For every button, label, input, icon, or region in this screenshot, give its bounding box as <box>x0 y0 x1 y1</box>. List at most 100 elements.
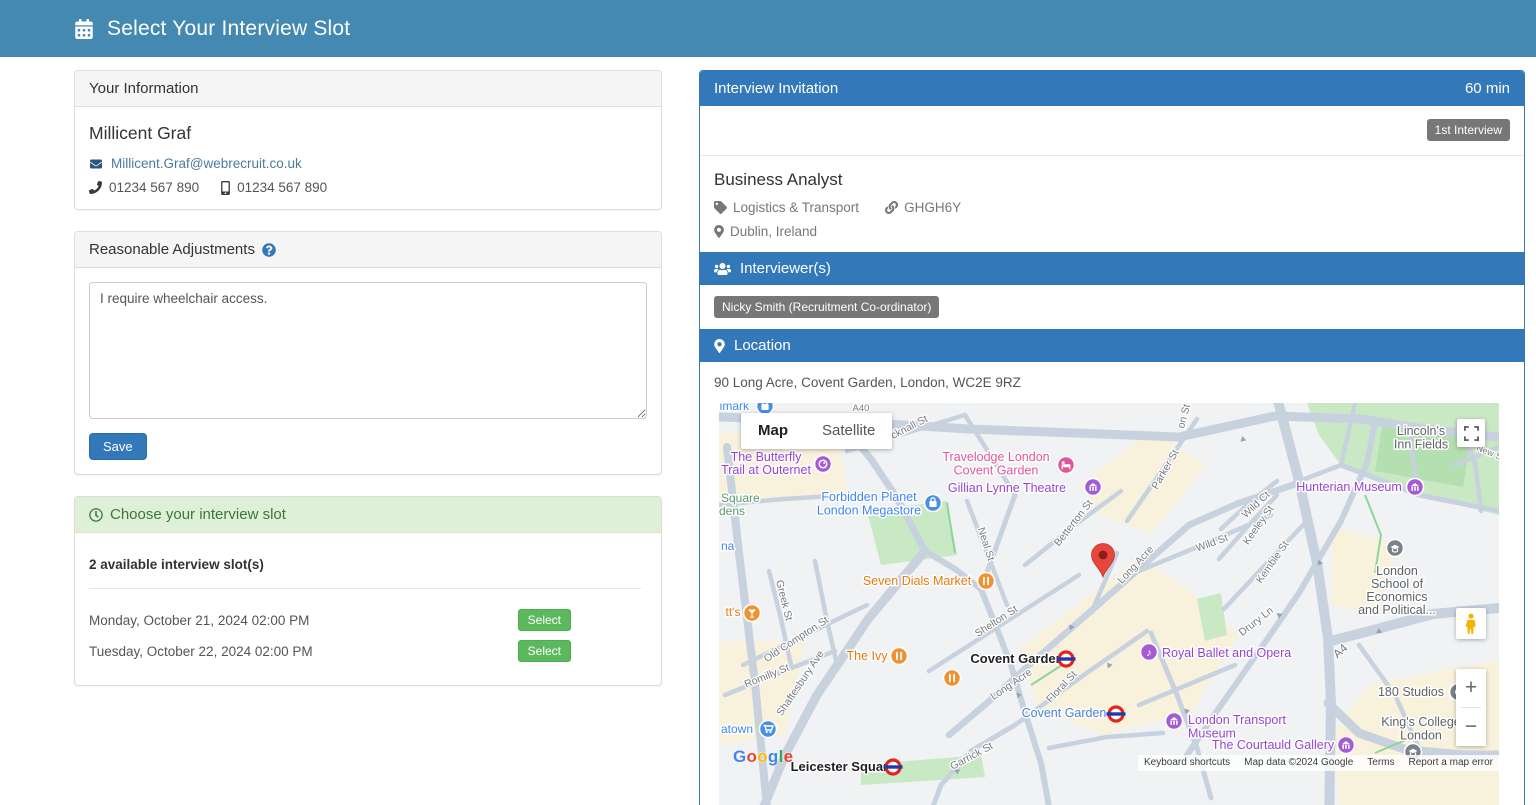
tag-icon <box>714 201 727 214</box>
cocktail-icon <box>744 605 761 622</box>
svg-text:Leicester Square: Leicester Square <box>791 759 896 774</box>
job-block: Business Analyst Logistics & Transport G… <box>700 156 1524 252</box>
phone-icon <box>89 181 102 194</box>
job-title: Business Analyst <box>714 170 1510 190</box>
music-icon: ♪ <box>1141 644 1158 661</box>
leicester-square-poi: Leicester Square <box>791 759 903 774</box>
candidate-phone: 01234 567 890 <box>109 180 199 195</box>
tube-icon <box>1107 707 1126 721</box>
stage-row: 1st Interview <box>700 106 1524 156</box>
covent-garden-station: Covent Garden <box>1022 706 1126 721</box>
museum-icon <box>1166 713 1183 730</box>
slot-count: 2 available interview slot(s) <box>89 557 647 572</box>
page-title: Select Your Interview Slot <box>107 17 350 41</box>
gardens-fragment: dens <box>719 504 745 518</box>
location-bar: Location <box>700 329 1524 362</box>
svg-text:and Political...: and Political... <box>1358 603 1436 617</box>
map[interactable]: A40Bucknall Ston StParker StNew SWild Ct… <box>719 403 1499 805</box>
utensils-icon <box>891 648 908 665</box>
department-item: Logistics & Transport <box>714 200 859 215</box>
museum-icon <box>1085 479 1102 496</box>
pegman-control[interactable] <box>1456 608 1486 639</box>
adjustments-textarea[interactable]: I require wheelchair access. <box>89 282 647 419</box>
svg-text:London Transport: London Transport <box>1188 713 1287 727</box>
svg-text:Covent Garden: Covent Garden <box>970 651 1063 666</box>
svg-text:School of: School of <box>1371 577 1424 591</box>
cap-icon <box>1387 540 1404 557</box>
slot-list: Monday, October 21, 2024 02:00 PM Select T… <box>89 609 647 662</box>
interviewers-bar: Interviewer(s) <box>700 252 1524 285</box>
zoom-in-button[interactable]: + <box>1456 669 1486 707</box>
choose-slot-title: Choose your interview slot <box>110 506 286 523</box>
svg-text:King's College: King's College <box>1381 715 1461 729</box>
invitation-heading: Interview Invitation 60 min <box>700 71 1524 106</box>
interview-invitation-panel: Interview Invitation 60 min 1st Intervie… <box>699 70 1525 805</box>
square-fragment: Square <box>721 491 760 505</box>
svg-text:Travelodge London: Travelodge London <box>942 450 1049 464</box>
candidate-mobile: 01234 567 890 <box>237 180 327 195</box>
attribution-item[interactable]: Map data ©2024 Google <box>1244 757 1353 768</box>
museum-icon <box>1338 737 1355 754</box>
google-logo[interactable]: Google <box>733 747 793 767</box>
job-location-label: Dublin, Ireland <box>730 224 817 239</box>
royal-ballet-poi: Royal Ballet and Opera♪ <box>1141 644 1292 661</box>
lincolns-inn-label: Lincoln'sInn Fields <box>1394 424 1448 452</box>
main-content: Your Information Millicent Graf Millicen… <box>0 57 1536 805</box>
interview-slot-row: Monday, October 21, 2024 02:00 PM Select <box>89 609 571 631</box>
users-icon <box>714 262 731 276</box>
slot-datetime: Tuesday, October 22, 2024 02:00 PM <box>89 644 313 659</box>
svg-text:♪: ♪ <box>1146 647 1152 659</box>
save-button[interactable]: Save <box>89 433 147 460</box>
select-slot-button[interactable]: Select <box>518 609 571 631</box>
svg-text:The Courtauld Gallery: The Courtauld Gallery <box>1212 738 1335 752</box>
svg-text:London: London <box>1400 729 1442 743</box>
slot-divider <box>89 588 641 589</box>
pegman-icon <box>1464 613 1478 635</box>
svg-text:tt's: tt's <box>726 605 741 619</box>
attribution-item[interactable]: Report a map error <box>1409 757 1493 768</box>
svg-text:Lincoln's: Lincoln's <box>1397 424 1445 438</box>
attribution-item[interactable]: Terms <box>1367 757 1394 768</box>
svg-text:London Megastore: London Megastore <box>817 504 921 518</box>
link-icon <box>885 201 898 214</box>
select-slot-button[interactable]: Select <box>518 640 571 662</box>
job-location-item: Dublin, Ireland <box>714 224 1510 239</box>
phone-group: 01234 567 890 <box>89 180 199 195</box>
svg-text:Hunterian Museum: Hunterian Museum <box>1296 480 1402 494</box>
map-attribution: Keyboard shortcuts Map data ©2024 Google T… <box>1138 755 1499 771</box>
invitation-duration: 60 min <box>1465 80 1510 97</box>
left-column: Your Information Millicent Graf Millicen… <box>74 70 662 707</box>
svg-text:London: London <box>1376 564 1418 578</box>
candidate-email-link[interactable]: Millicent.Graf@webrecruit.co.uk <box>111 156 302 171</box>
envelope-icon <box>89 158 103 170</box>
tube-icon <box>884 760 903 774</box>
zoom-out-button[interactable]: − <box>1456 708 1486 746</box>
cart-icon <box>760 721 777 738</box>
attribution-item[interactable]: Keyboard shortcuts <box>1144 757 1230 768</box>
na-fragment: na <box>721 539 735 553</box>
svg-text:Gillian Lynne Theatre: Gillian Lynne Theatre <box>948 481 1066 495</box>
fullscreen-button[interactable] <box>1457 419 1485 447</box>
department-label: Logistics & Transport <box>733 200 859 215</box>
slot-datetime: Monday, October 21, 2024 02:00 PM <box>89 613 309 628</box>
utensils-icon <box>944 670 961 687</box>
studios-poi: 180 Studios <box>1378 684 1467 701</box>
utensils-icon <box>978 573 995 590</box>
app-header: Select Your Interview Slot <box>0 0 1536 57</box>
svg-text:Economics: Economics <box>1366 590 1427 604</box>
interviewer-badge: Nicky Smith (Recruitment Co-ordinator) <box>714 296 939 318</box>
svg-text:The Ivy: The Ivy <box>847 649 889 663</box>
reference-item: GHGH6Y <box>885 200 961 215</box>
satellite-button[interactable]: Satellite <box>805 413 892 449</box>
help-icon[interactable] <box>262 243 276 257</box>
your-information-panel: Your Information Millicent Graf Millicen… <box>74 70 662 210</box>
reasonable-adjustments-heading: Reasonable Adjustments <box>75 232 661 268</box>
email-row: Millicent.Graf@webrecruit.co.uk <box>89 156 647 171</box>
map-canvas[interactable]: A40Bucknall Ston StParker StNew SWild Ct… <box>719 403 1499 805</box>
mobile-group: 01234 567 890 <box>221 180 327 195</box>
map-button[interactable]: Map <box>741 413 805 449</box>
stage-badge: 1st Interview <box>1427 119 1510 141</box>
svg-text:Covent Garden: Covent Garden <box>954 464 1039 478</box>
bag-icon <box>925 495 942 512</box>
reasonable-adjustments-title: Reasonable Adjustments <box>89 241 255 258</box>
